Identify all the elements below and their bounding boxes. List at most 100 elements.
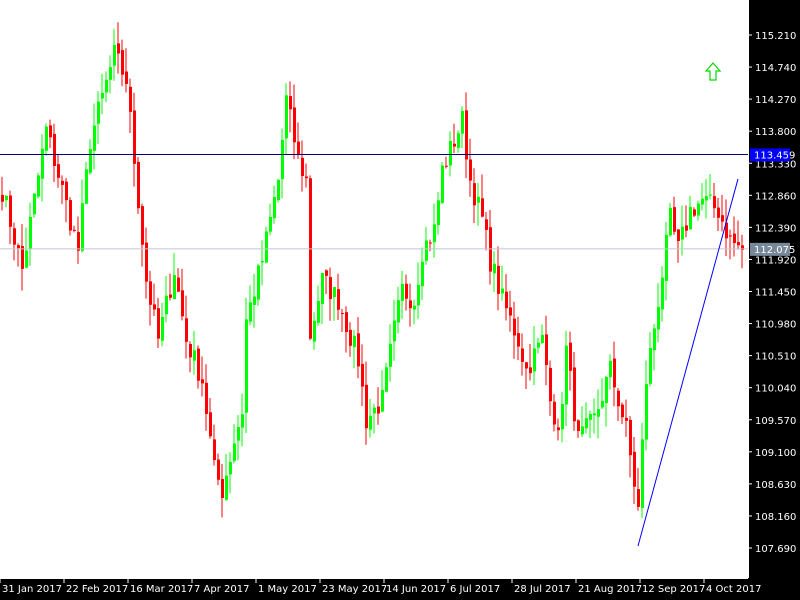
candle-body [65,182,68,200]
candle-body [273,197,276,218]
candle-body [581,426,584,434]
candle-body [373,408,376,414]
candle-body [585,418,588,428]
candle-body [401,284,404,301]
candle-body [713,196,716,208]
candle-body [629,420,632,455]
price-tick-label: 108.630 [755,480,796,491]
candle-body [321,273,324,304]
candle [265,227,268,264]
candle-body [189,344,192,357]
candle-body [389,344,392,367]
candle-body [329,277,332,299]
candle-body [413,306,416,310]
price-axis[interactable]: 115.210114.740114.270113.800113.330112.8… [748,0,800,600]
candle-body [393,321,396,342]
candle-body [277,180,280,200]
price-tick-label: 115.210 [755,31,796,42]
candle-body [577,420,580,431]
candle-body [445,166,448,167]
candle-body [13,228,16,244]
candle-body [165,296,168,314]
candle-body [477,197,480,203]
time-tick-label: 23 May 2017 [322,584,387,595]
price-tick-label: 111.920 [755,255,796,266]
candle-body [613,359,616,388]
candle [69,197,72,235]
candle-body [193,350,196,360]
candle-body [721,215,724,221]
candle-body [365,385,368,428]
candle-body [673,207,676,232]
candle-body [41,149,44,179]
candle-body [205,383,208,414]
candle-body [121,50,124,75]
candle-body [645,384,648,440]
candle-body [717,208,720,218]
candle-body [705,196,708,200]
price-tick-label: 112.390 [755,223,796,234]
candle-body [245,319,248,412]
candlestick-chart[interactable]: 115.210114.740114.270113.800113.330112.8… [0,0,800,600]
price-tick-label: 114.270 [755,95,796,106]
candle-body [565,346,568,405]
candle-body [297,142,300,155]
candle-body [225,476,228,500]
candle-body [689,207,692,230]
candle-body [553,402,556,425]
candle-body [89,149,92,173]
price-tick-label: 110.040 [755,384,796,395]
candle-body [597,409,600,417]
candle-body [261,261,264,262]
candle-body [429,242,432,243]
candle-body [521,348,524,361]
candle-body [241,414,244,427]
candle-body [377,407,380,414]
candle-body [457,133,460,148]
candle-body [369,416,372,430]
candle-body [333,287,336,297]
plot-area[interactable] [0,0,748,578]
candle-body [513,319,516,336]
time-tick-label: 4 Oct 2017 [706,584,761,595]
candle-body [665,235,668,281]
candle-body [17,245,20,248]
time-tick-label: 22 Feb 2017 [66,584,128,595]
candle-body [605,377,608,403]
candle-body [573,368,576,422]
candle [137,157,140,214]
candle-body [409,300,412,308]
candle-body [385,367,388,391]
candle-body [561,404,564,429]
candle-body [601,401,604,408]
candle-body [317,301,320,323]
candle-body [109,67,112,80]
candle-body [325,270,328,275]
price-tick-label: 110.980 [755,320,796,331]
candle-body [265,231,268,262]
candle-body [529,367,532,373]
candle-body [545,334,548,365]
candle-body [125,72,128,84]
candle-body [137,162,140,208]
candle-body [461,111,464,134]
time-axis[interactable]: 31 Jan 201722 Feb 201716 Mar 20177 Apr 2… [0,578,761,595]
candle-body [681,227,684,240]
candle-body [609,361,612,377]
candle-body [161,317,164,341]
candle-body [421,262,424,286]
candle-body [85,169,88,203]
price-tick-label: 108.160 [755,512,796,523]
candle-body [405,284,408,299]
candle-body [101,93,104,98]
candle [45,123,48,155]
candle-body [685,225,688,230]
candle-body [177,278,180,292]
candle-body [113,45,116,66]
candle-body [301,158,304,176]
candle-body [153,304,156,309]
price-tick-label: 114.740 [755,63,796,74]
candle-body [185,318,188,342]
candle-body [133,110,136,163]
candle-body [93,126,96,151]
